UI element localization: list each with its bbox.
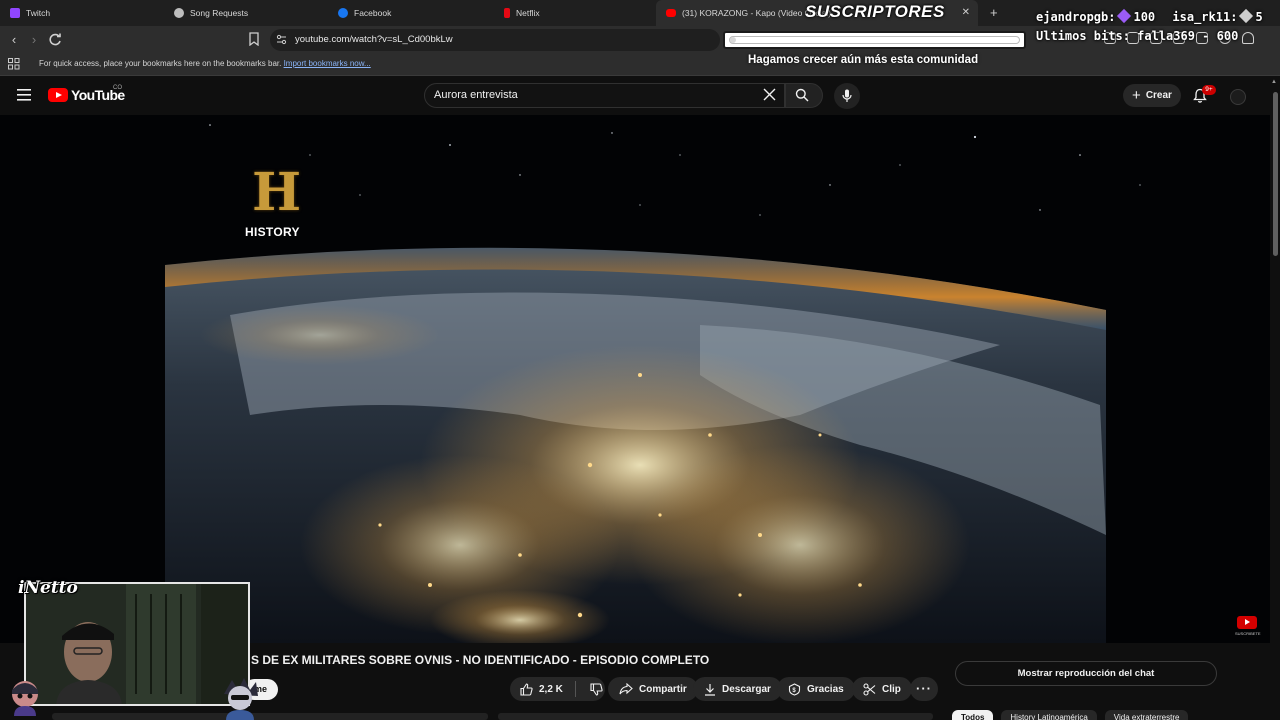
song-requests-icon (174, 8, 184, 18)
facebook-icon (338, 8, 348, 18)
screen: Twitch Song Requests Facebook Netflix (3… (0, 0, 1280, 720)
microphone-icon[interactable] (842, 89, 852, 103)
tab-close-icon[interactable]: ✕ (962, 7, 970, 18)
tab-label: Facebook (354, 8, 392, 18)
scrollbar-thumb[interactable] (1273, 92, 1278, 256)
scroll-up-icon[interactable]: ▲ (1271, 79, 1277, 85)
country-code: CO (113, 85, 122, 91)
streamer-webcam (24, 582, 250, 706)
tab-twitch[interactable]: Twitch (0, 0, 164, 26)
tab-facebook[interactable]: Facebook (328, 0, 494, 26)
youtube-subscribe-watermark-icon[interactable] (1237, 616, 1257, 629)
subs-goal-title: SUSCRIPTORES (805, 2, 945, 21)
thanks-label: Gracias (807, 683, 844, 695)
reload-icon[interactable] (47, 32, 63, 48)
svg-text:$: $ (792, 688, 796, 694)
related-filter-chips: Todos History Latinoamérica Vida extrate… (952, 710, 1189, 720)
channel-watermark: HISTORY (245, 225, 300, 239)
share-icon (619, 683, 633, 695)
tab-label: Song Requests (190, 8, 249, 18)
description-box[interactable] (52, 713, 488, 720)
plus-icon: + (1132, 86, 1141, 104)
forward-icon[interactable]: › (26, 32, 42, 48)
bookmark-icon[interactable] (248, 32, 260, 46)
bookmarks-hint-text: For quick access, place your bookmarks h… (39, 59, 282, 68)
comments-box[interactable] (498, 713, 933, 720)
webcam-feed (26, 584, 248, 704)
chip-all[interactable]: Todos (952, 710, 994, 720)
notification-badge: 9+ (1202, 85, 1216, 95)
bits-ticker-line-2: Ultimos bits: falla369 - 600 (1036, 29, 1239, 43)
youtube-tab-icon (666, 9, 676, 17)
like-dislike-group: 2,2 K (510, 677, 605, 701)
bits-amount: 100 (1133, 10, 1156, 24)
dislike-icon[interactable] (590, 682, 603, 696)
subs-goal-track (729, 36, 1020, 44)
bits-user: isa_rk11: (1172, 10, 1238, 24)
tab-label: Netflix (516, 8, 540, 18)
bits-user: ejandropgb: (1036, 10, 1116, 24)
apps-grid-icon[interactable] (8, 58, 20, 70)
clip-label: Clip (882, 683, 901, 695)
like-icon[interactable] (520, 682, 533, 696)
bits-ticker-line-1: ejandropgb: 100 isa_rk11: 5 (1036, 8, 1263, 27)
clear-search-icon[interactable] (763, 88, 776, 101)
bits-ticker: ejandropgb: 100 isa_rk11: 5 Ultimos bits: … (1036, 8, 1263, 46)
more-horizontal-icon: ··· (916, 681, 932, 696)
back-icon[interactable]: ‹ (6, 32, 22, 48)
thanks-icon: $ (788, 682, 801, 696)
video-title: S DE EX MILITARES SOBRE OVNIS - NO IDENT… (251, 653, 710, 667)
share-button[interactable]: Compartir (608, 677, 698, 701)
bits-gem-icon (1117, 8, 1132, 24)
create-label: Crear (1145, 90, 1172, 101)
video-player[interactable] (0, 115, 1270, 643)
download-icon (705, 683, 715, 696)
tab-netflix[interactable]: Netflix (494, 0, 656, 26)
divider (574, 681, 576, 697)
search-input-value: Aurora entrevista (434, 89, 518, 101)
bookmarks-hint: For quick access, place your bookmarks h… (39, 59, 371, 68)
netflix-icon (504, 8, 510, 18)
history-channel-logo-icon: H (252, 162, 302, 223)
chip-alien-life[interactable]: Vida extraterrestre (1104, 710, 1189, 720)
mascot-right-icon (224, 678, 258, 720)
thanks-button[interactable]: $ Gracias (777, 677, 855, 701)
user-avatar[interactable] (1230, 89, 1246, 105)
import-bookmarks-link[interactable]: Import bookmarks now... (284, 59, 371, 68)
video-frame-earth-night (0, 115, 1270, 643)
tab-label: Twitch (26, 8, 51, 18)
youtube-watermark-text: SUSCRIBETE (1235, 631, 1261, 636)
url-text: youtube.com/watch?v=sL_Cd00bkLw (295, 34, 453, 45)
create-button[interactable]: + Crear (1123, 84, 1181, 107)
more-actions-button[interactable]: ··· (910, 677, 938, 701)
share-label: Compartir (639, 683, 687, 695)
community-message: Hagamos crecer aún más esta comunidad (748, 54, 979, 66)
hamburger-menu-icon[interactable] (17, 89, 31, 101)
site-info-icon[interactable] (276, 34, 287, 45)
download-label: Descargar (722, 683, 771, 695)
bits-gem-icon (1239, 8, 1254, 24)
mascot-left-icon (12, 681, 38, 716)
tab-song-requests[interactable]: Song Requests (164, 0, 328, 26)
chip-history-latam[interactable]: History Latinoamérica (1001, 710, 1097, 720)
download-button[interactable]: Descargar (693, 677, 782, 701)
streamer-name-logo: iNetto (18, 578, 78, 598)
new-tab-icon[interactable]: + (990, 5, 998, 20)
twitch-icon (10, 8, 20, 18)
clip-button[interactable]: Clip (852, 677, 912, 701)
search-icon[interactable] (795, 88, 809, 102)
subs-goal-progress-bar (723, 31, 1026, 49)
like-count: 2,2 K (539, 683, 563, 695)
youtube-logo-icon[interactable] (48, 88, 68, 102)
bits-amount: 5 (1255, 10, 1263, 24)
subs-goal-fill (730, 37, 736, 43)
show-chat-replay-button[interactable]: Mostrar reproducción del chat (955, 661, 1217, 686)
scissors-icon (863, 682, 876, 696)
